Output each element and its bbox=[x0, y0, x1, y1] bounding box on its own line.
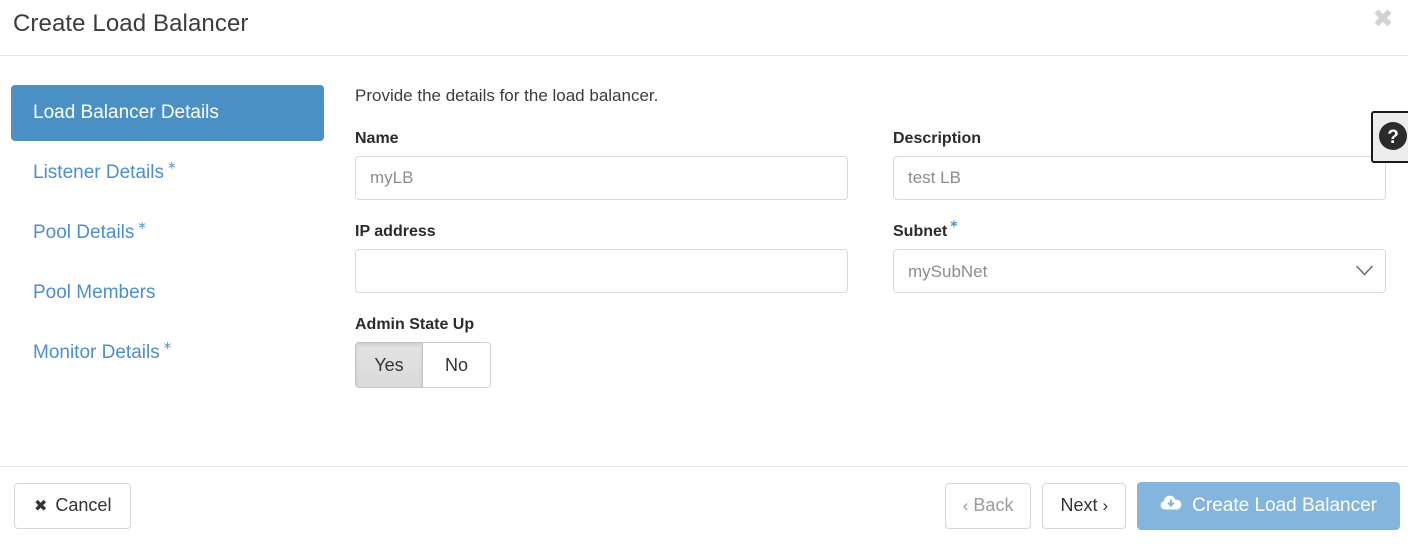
name-input[interactable] bbox=[355, 156, 848, 200]
create-button-label: Create Load Balancer bbox=[1192, 494, 1377, 516]
close-x-icon: ✖ bbox=[34, 496, 48, 515]
field-group-subnet: Subnet * mySubNet bbox=[893, 219, 1386, 293]
back-button[interactable]: ‹ Back bbox=[944, 482, 1032, 529]
admin-state-yes-button[interactable]: Yes bbox=[355, 342, 423, 388]
field-group-description: Description bbox=[893, 129, 1386, 200]
cloud-download-icon bbox=[1160, 494, 1182, 517]
description-input[interactable] bbox=[893, 156, 1386, 200]
sidebar-item-load-balancer-details[interactable]: Load Balancer Details bbox=[11, 85, 324, 141]
chevron-right-icon: › bbox=[1102, 495, 1109, 515]
sidebar-item-label: Pool Details bbox=[33, 222, 135, 243]
required-asterisk: * bbox=[950, 219, 958, 235]
field-group-name: Name bbox=[355, 129, 848, 200]
admin-state-up-toggle: Yes No bbox=[355, 342, 491, 388]
admin-state-no-button[interactable]: No bbox=[423, 342, 491, 388]
sidebar-item-label: Monitor Details bbox=[33, 342, 160, 363]
field-group-ip-address: IP address bbox=[355, 222, 848, 293]
sidebar-item-monitor-details[interactable]: Monitor Details * bbox=[11, 325, 346, 381]
back-button-label: Back bbox=[973, 495, 1014, 515]
chevron-left-icon: ‹ bbox=[962, 495, 969, 515]
description-label: Description bbox=[893, 130, 982, 147]
next-button-label: Next bbox=[1060, 495, 1098, 515]
modal-body: Load Balancer Details Listener Details *… bbox=[0, 56, 1408, 466]
sidebar-item-pool-details[interactable]: Pool Details * bbox=[11, 205, 346, 261]
subnet-select[interactable]: mySubNet bbox=[893, 249, 1386, 293]
close-icon[interactable]: ✖ bbox=[1366, 3, 1400, 35]
modal-header: Create Load Balancer ✖ bbox=[0, 0, 1408, 56]
subnet-label: Subnet * bbox=[893, 219, 1386, 242]
form-column-left: Name IP address Admin State Up Yes No bbox=[355, 129, 848, 410]
svg-text:?: ? bbox=[1387, 127, 1399, 148]
wizard-form: Provide the details for the load balance… bbox=[346, 85, 1408, 466]
footer-actions: ‹ Back Next › Create Load Balancer bbox=[944, 481, 1400, 530]
sidebar-item-listener-details[interactable]: Listener Details * bbox=[11, 145, 346, 201]
ip-address-input[interactable] bbox=[355, 249, 848, 293]
create-load-balancer-modal: Create Load Balancer ✖ Load Balancer Det… bbox=[0, 0, 1408, 544]
cancel-button[interactable]: ✖ Cancel bbox=[14, 482, 132, 529]
sidebar-item-label: Pool Members bbox=[33, 282, 156, 303]
modal-footer: ✖ Cancel ‹ Back Next › Create Load Balan… bbox=[0, 466, 1408, 544]
sidebar-item-pool-members[interactable]: Pool Members bbox=[11, 265, 346, 321]
subnet-label-text: Subnet bbox=[893, 223, 948, 240]
admin-state-up-label: Admin State Up bbox=[355, 316, 475, 333]
required-asterisk: * bbox=[167, 158, 176, 177]
help-button[interactable]: ? bbox=[1371, 111, 1408, 163]
next-button[interactable]: Next › bbox=[1042, 482, 1127, 529]
form-grid: Name IP address Admin State Up Yes No bbox=[355, 129, 1408, 410]
help-circle-icon: ? bbox=[1377, 120, 1408, 155]
subnet-select-wrapper: mySubNet bbox=[893, 249, 1386, 293]
form-intro-text: Provide the details for the load balance… bbox=[355, 86, 659, 105]
ip-address-label: IP address bbox=[355, 223, 436, 240]
required-asterisk: * bbox=[138, 218, 146, 237]
cancel-button-label: Cancel bbox=[55, 495, 112, 515]
page-title: Create Load Balancer bbox=[13, 10, 249, 37]
form-column-right: Description Subnet* mySubNet bbox=[893, 129, 1386, 410]
create-load-balancer-button[interactable]: Create Load Balancer bbox=[1137, 481, 1400, 530]
required-asterisk: * bbox=[163, 338, 172, 357]
sidebar-item-label: Load Balancer Details bbox=[33, 102, 219, 123]
name-label: Name bbox=[355, 130, 399, 147]
wizard-nav: Load Balancer Details Listener Details *… bbox=[0, 85, 346, 466]
sidebar-item-label: Listener Details bbox=[33, 162, 164, 183]
field-group-admin-state-up: Admin State Up Yes No bbox=[355, 315, 848, 388]
